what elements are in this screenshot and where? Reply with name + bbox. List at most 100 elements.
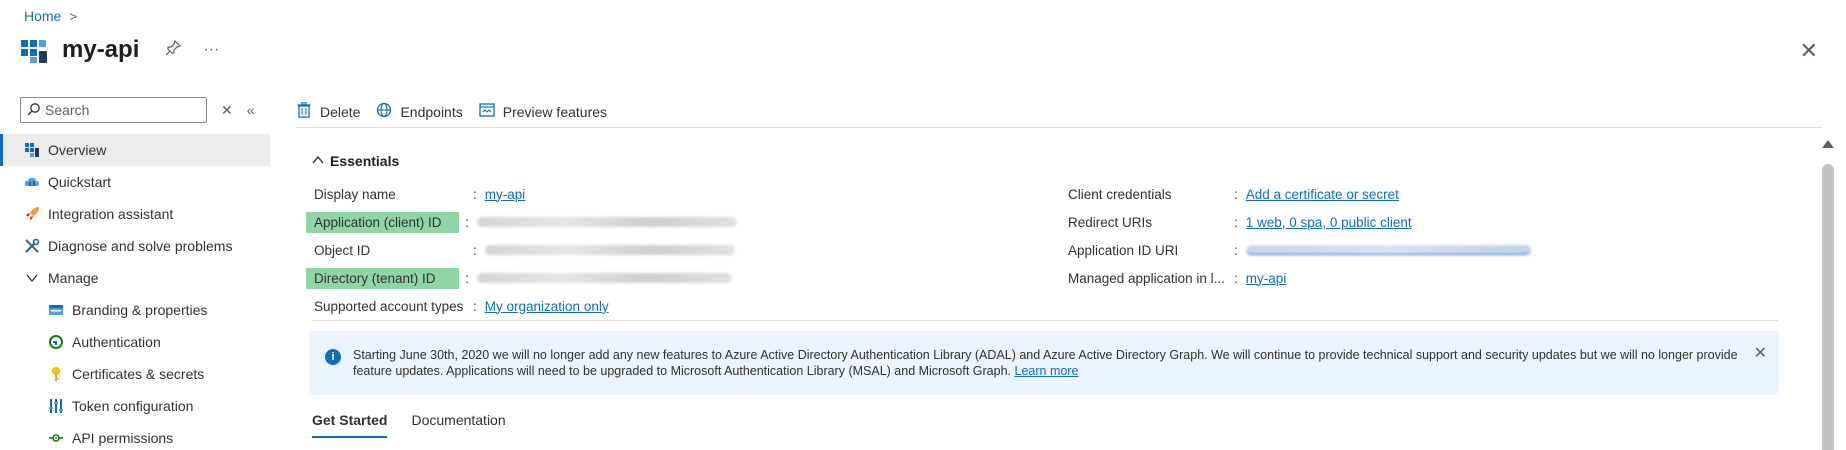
sidebar-item-label: Overview <box>48 142 107 158</box>
app-id-uri-row: Application ID URI : <box>1068 236 1531 264</box>
endpoints-label: Endpoints <box>400 103 463 120</box>
sidebar-nav: Overview Quickstart Integration assistan… <box>0 134 270 450</box>
scroll-up-arrow-icon[interactable] <box>1822 140 1834 148</box>
sidebar-search-row: ✕ « <box>0 96 270 124</box>
sidebar-item-certificates[interactable]: Certificates & secrets <box>0 358 270 390</box>
preview-features-button[interactable]: Preview features <box>479 102 607 121</box>
app-id-row: Application (client) ID : <box>306 208 737 236</box>
sidebar-item-overview[interactable]: Overview <box>0 134 270 166</box>
page-title: my-api <box>62 36 140 63</box>
display-name-label: Display name <box>314 186 396 202</box>
tab-list: Get Started Documentation <box>312 412 530 438</box>
colon: : <box>465 270 469 286</box>
sidebar-item-diagnose[interactable]: Diagnose and solve problems <box>0 230 270 262</box>
colon: : <box>1234 186 1238 202</box>
managed-app-label: Managed application in l... <box>1068 270 1225 286</box>
client-credentials-label: Client credentials <box>1068 186 1172 202</box>
redirect-uris-row: Redirect URIs : 1 web, 0 spa, 0 public c… <box>1068 208 1412 236</box>
breadcrumb: Home > <box>24 8 77 24</box>
sidebar-item-label: Certificates & secrets <box>72 366 205 382</box>
app-id-uri-link-redacted[interactable] <box>1245 245 1531 255</box>
colon: : <box>473 298 477 314</box>
search-box[interactable] <box>20 97 207 123</box>
grid-icon <box>24 142 40 158</box>
learn-more-link[interactable]: Learn more <box>1015 364 1079 378</box>
sidebar-group-manage[interactable]: Manage <box>0 262 270 294</box>
branding-icon <box>48 302 64 318</box>
display-name-row: Display name : my-api <box>314 180 525 208</box>
chevron-down-icon <box>24 270 40 286</box>
sidebar-item-token-configuration[interactable]: Token configuration <box>0 390 270 422</box>
info-banner: i Starting June 30th, 2020 we will no lo… <box>309 331 1779 395</box>
sidebar-item-quickstart[interactable]: Quickstart <box>0 166 270 198</box>
sidebar: ✕ « Overview Quickstart Integration assi… <box>0 96 270 450</box>
delete-button[interactable]: Delete <box>296 101 361 122</box>
close-blade-icon[interactable]: ✕ <box>1800 38 1818 64</box>
app-id-label: Application (client) ID <box>306 211 459 233</box>
command-bar: Delete Endpoints Preview features <box>296 96 1822 128</box>
chevron-right-icon: > <box>69 8 77 24</box>
object-id-label: Object ID <box>314 242 371 258</box>
colon: : <box>1234 242 1238 258</box>
colon: : <box>1234 214 1238 230</box>
collapse-sidebar-icon[interactable]: « <box>247 102 255 118</box>
managed-app-link[interactable]: my-api <box>1246 271 1287 286</box>
client-credentials-link[interactable]: Add a certificate or secret <box>1246 187 1399 202</box>
globe-icon <box>376 102 392 122</box>
wrench-icon <box>24 238 40 254</box>
sidebar-item-label: Authentication <box>72 334 161 350</box>
app-id-value-redacted <box>476 217 737 227</box>
info-banner-text: Starting June 30th, 2020 we will no long… <box>353 347 1739 395</box>
sidebar-item-label: Diagnose and solve problems <box>48 238 233 254</box>
sidebar-item-label: Integration assistant <box>48 206 174 222</box>
endpoints-button[interactable]: Endpoints <box>376 102 463 122</box>
breadcrumb-home-link[interactable]: Home <box>24 8 61 24</box>
sidebar-item-label: Quickstart <box>48 174 112 190</box>
colon: : <box>1234 270 1238 286</box>
supported-accounts-link[interactable]: My organization only <box>485 299 609 314</box>
colon: : <box>473 186 477 202</box>
sidebar-item-label: API permissions <box>72 430 174 446</box>
cloud-icon <box>24 174 40 190</box>
clear-search-icon[interactable]: ✕ <box>221 102 233 119</box>
sidebar-item-label: Branding & properties <box>72 302 208 318</box>
key-icon <box>48 366 64 382</box>
pin-icon[interactable] <box>165 39 182 61</box>
client-credentials-row: Client credentials : Add a certificate o… <box>1068 180 1399 208</box>
colon: : <box>465 214 469 230</box>
directory-id-value-redacted <box>476 273 732 283</box>
redirect-uris-link[interactable]: 1 web, 0 spa, 0 public client <box>1246 215 1412 230</box>
title-row: my-api ··· <box>20 36 241 64</box>
tab-get-started[interactable]: Get Started <box>312 412 388 438</box>
app-id-uri-label: Application ID URI <box>1068 242 1179 258</box>
essentials-toggle[interactable]: Essentials <box>312 153 399 169</box>
scrollbar-thumb[interactable] <box>1822 164 1834 450</box>
display-name-link[interactable]: my-api <box>485 187 526 202</box>
sidebar-item-api-permissions[interactable]: API permissions <box>0 422 270 450</box>
essentials-divider <box>312 320 1778 321</box>
redirect-uris-label: Redirect URIs <box>1068 214 1153 230</box>
supported-accounts-row: Supported account types : My organizatio… <box>314 292 609 320</box>
sidebar-item-authentication[interactable]: Authentication <box>0 326 270 358</box>
search-icon <box>27 102 41 119</box>
dismiss-banner-icon[interactable]: ✕ <box>1754 343 1767 363</box>
sidebar-item-integration-assistant[interactable]: Integration assistant <box>0 198 270 230</box>
app-registration-icon <box>20 36 48 64</box>
supported-accounts-label: Supported account types <box>314 298 464 314</box>
trash-icon <box>296 101 312 122</box>
tab-documentation[interactable]: Documentation <box>411 412 505 438</box>
directory-id-row: Directory (tenant) ID : <box>306 264 732 292</box>
more-options-icon[interactable]: ··· <box>203 41 219 59</box>
vertical-scrollbar[interactable] <box>1820 140 1836 450</box>
search-input[interactable] <box>45 102 195 118</box>
rocket-icon <box>24 206 40 222</box>
colon: : <box>473 242 477 258</box>
sidebar-item-branding[interactable]: Branding & properties <box>0 294 270 326</box>
directory-id-label: Directory (tenant) ID <box>306 267 459 289</box>
permissions-icon <box>48 430 64 446</box>
auth-icon <box>48 334 64 350</box>
sidebar-item-label: Manage <box>48 270 99 286</box>
object-id-row: Object ID : <box>314 236 735 264</box>
sidebar-item-label: Token configuration <box>72 398 194 414</box>
delete-label: Delete <box>320 103 361 120</box>
